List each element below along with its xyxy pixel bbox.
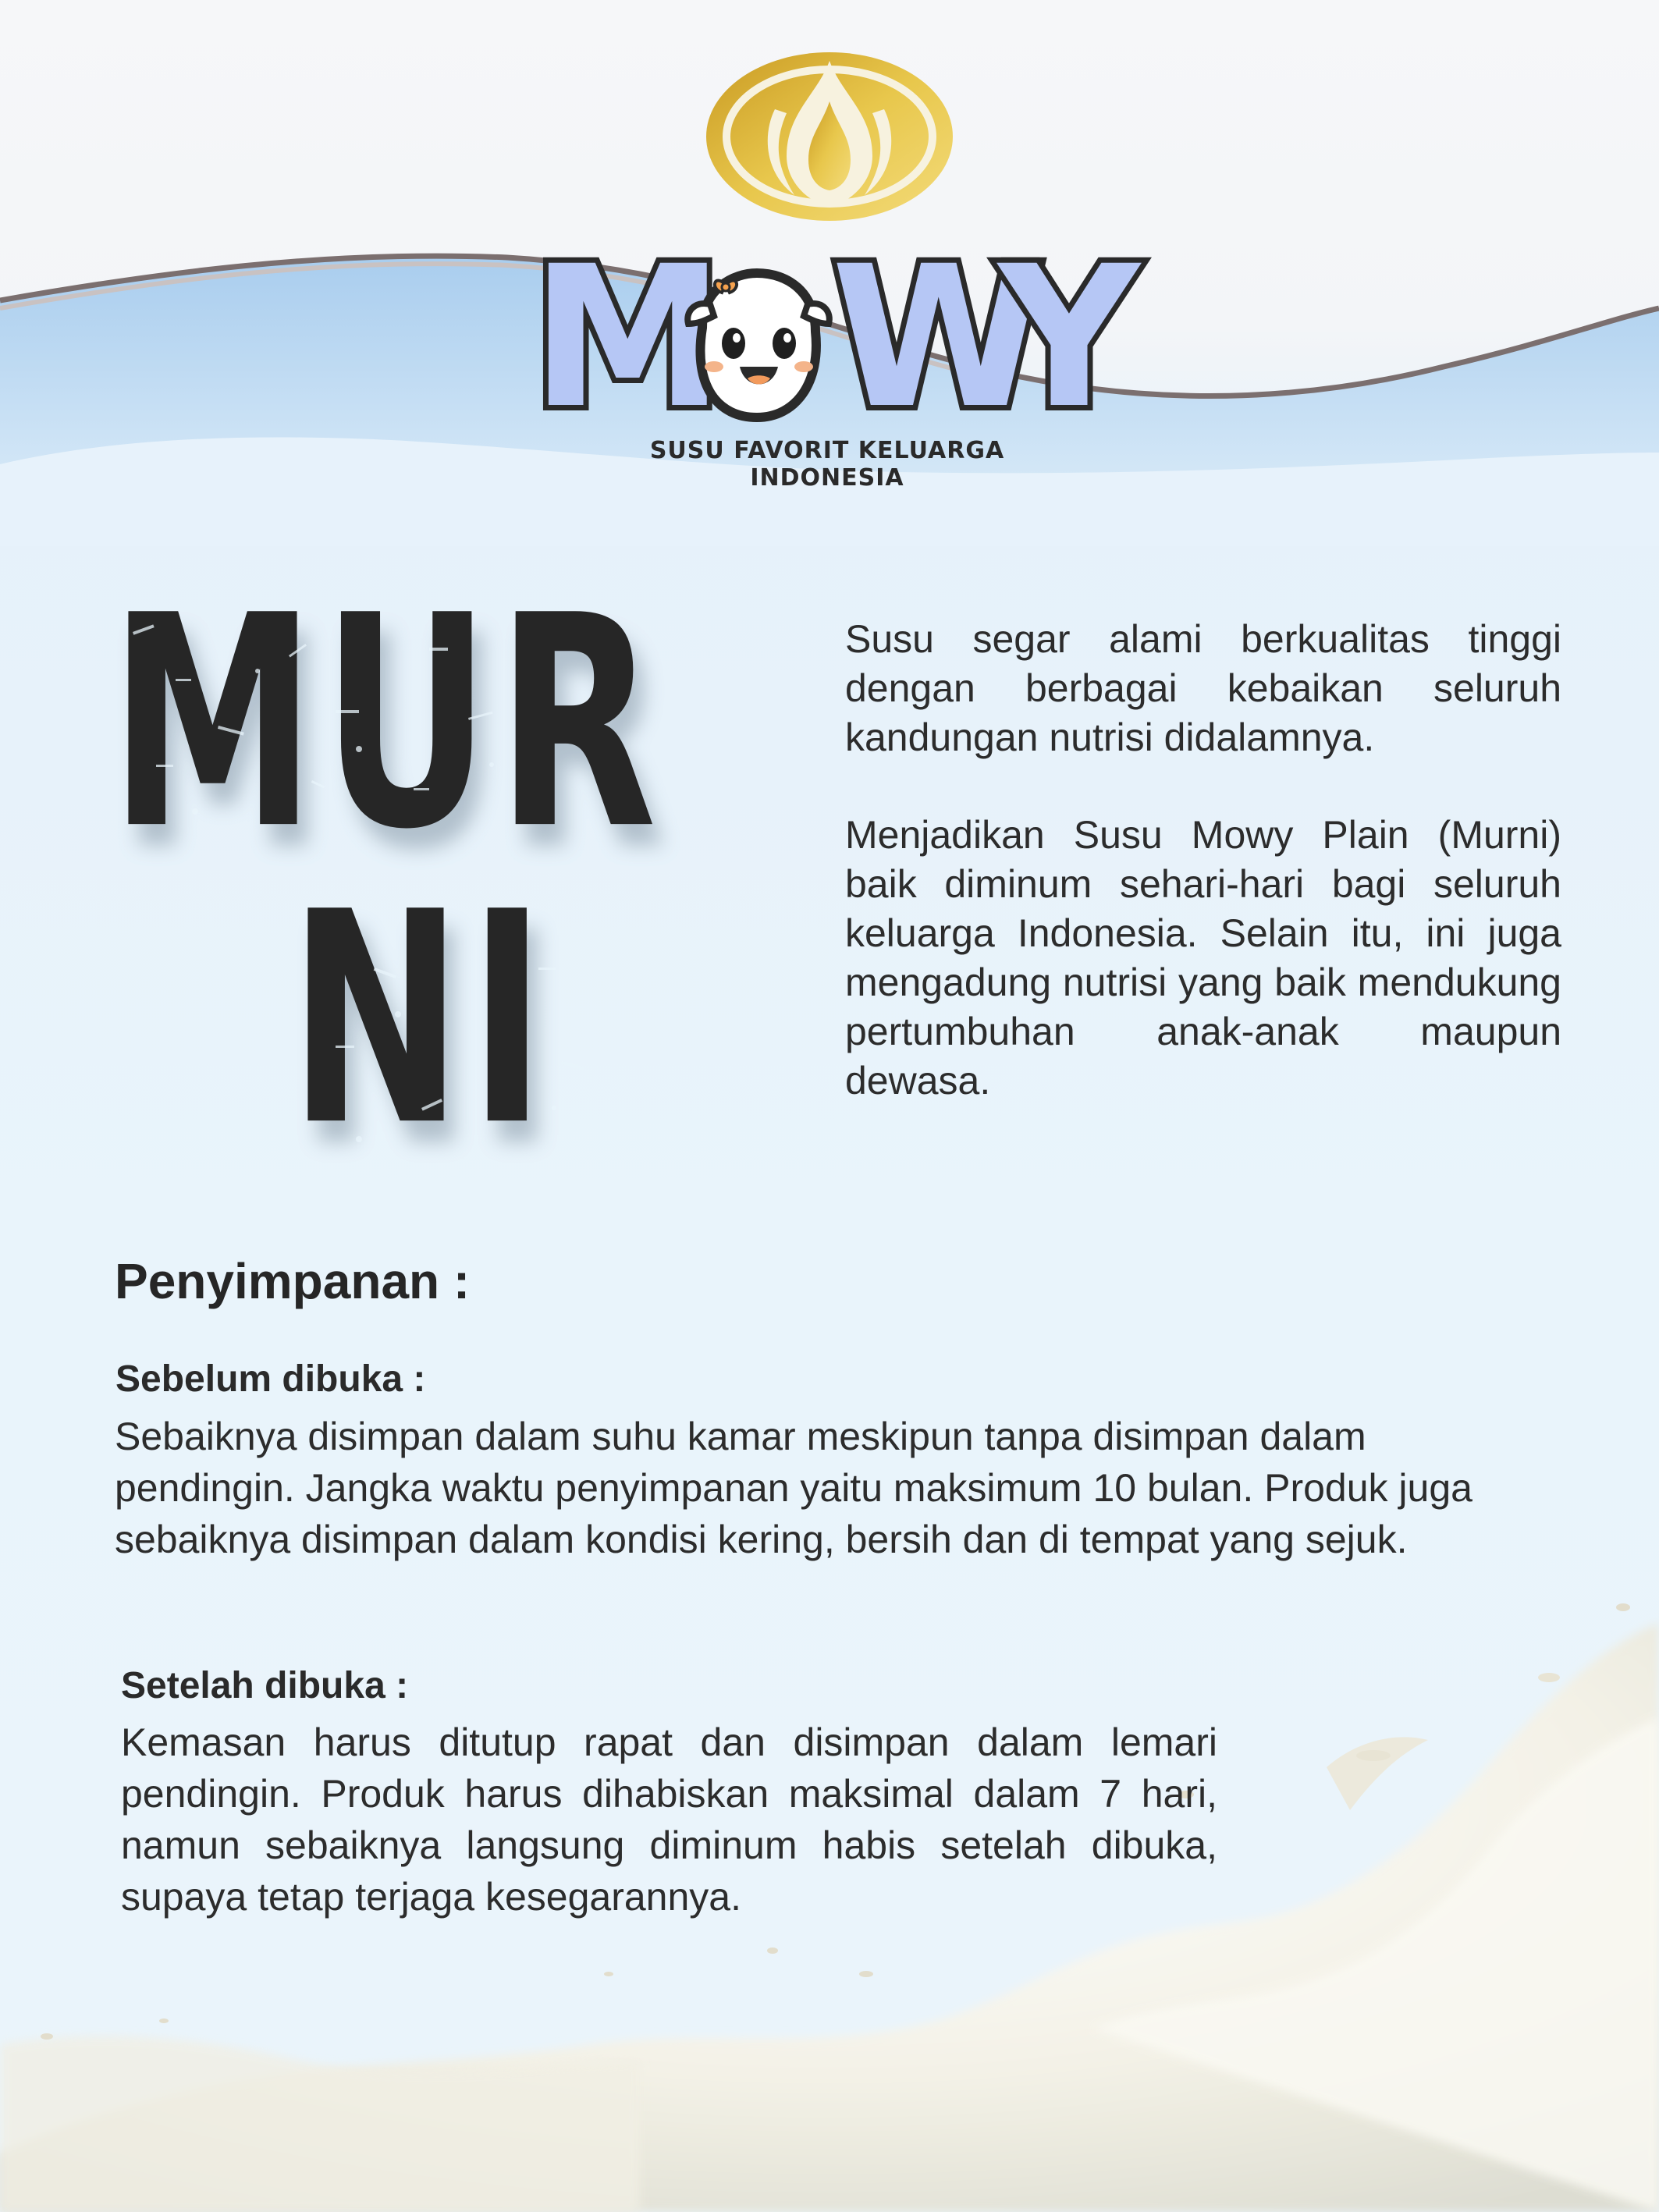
grunge-texture bbox=[133, 624, 584, 1142]
brand-letter-y: Y bbox=[993, 224, 1145, 451]
brand-letter-m: M bbox=[525, 224, 730, 451]
after-open-heading: Setelah dibuka : bbox=[121, 1665, 409, 1706]
before-open-text: Sebaiknya disimpan dalam suhu kamar mesk… bbox=[115, 1415, 1472, 1561]
gold-drop-emblem-icon bbox=[706, 52, 953, 221]
product-title: MUR NI bbox=[101, 562, 788, 1186]
description-paragraph-2: Menjadikan Susu Mowy Plain (Murni) baik … bbox=[845, 813, 1561, 1102]
cow-mascot-icon bbox=[684, 268, 833, 423]
brand-tagline: SUSU FAVORIT KELUARGA INDONESIA bbox=[649, 437, 1005, 492]
brand-logo: M W Y SUSU FAVORIT KELUARGA INDONESIA bbox=[523, 224, 1146, 492]
poster: M W Y SUSU FAVORIT KELUARGA INDONESIA MU… bbox=[0, 0, 1659, 2212]
description-paragraph-1: Susu segar alami berkualitas tinggi deng… bbox=[845, 617, 1561, 759]
after-open-text: Kemasan harus ditutup rapat dan disimpan… bbox=[121, 1720, 1217, 1919]
brand-letter-w: W bbox=[826, 224, 1052, 451]
storage-heading: Penyimpanan : bbox=[115, 1253, 471, 1309]
before-open-heading: Sebelum dibuka : bbox=[115, 1358, 426, 1400]
product-description: Susu segar alami berkualitas tinggi deng… bbox=[845, 615, 1561, 1106]
